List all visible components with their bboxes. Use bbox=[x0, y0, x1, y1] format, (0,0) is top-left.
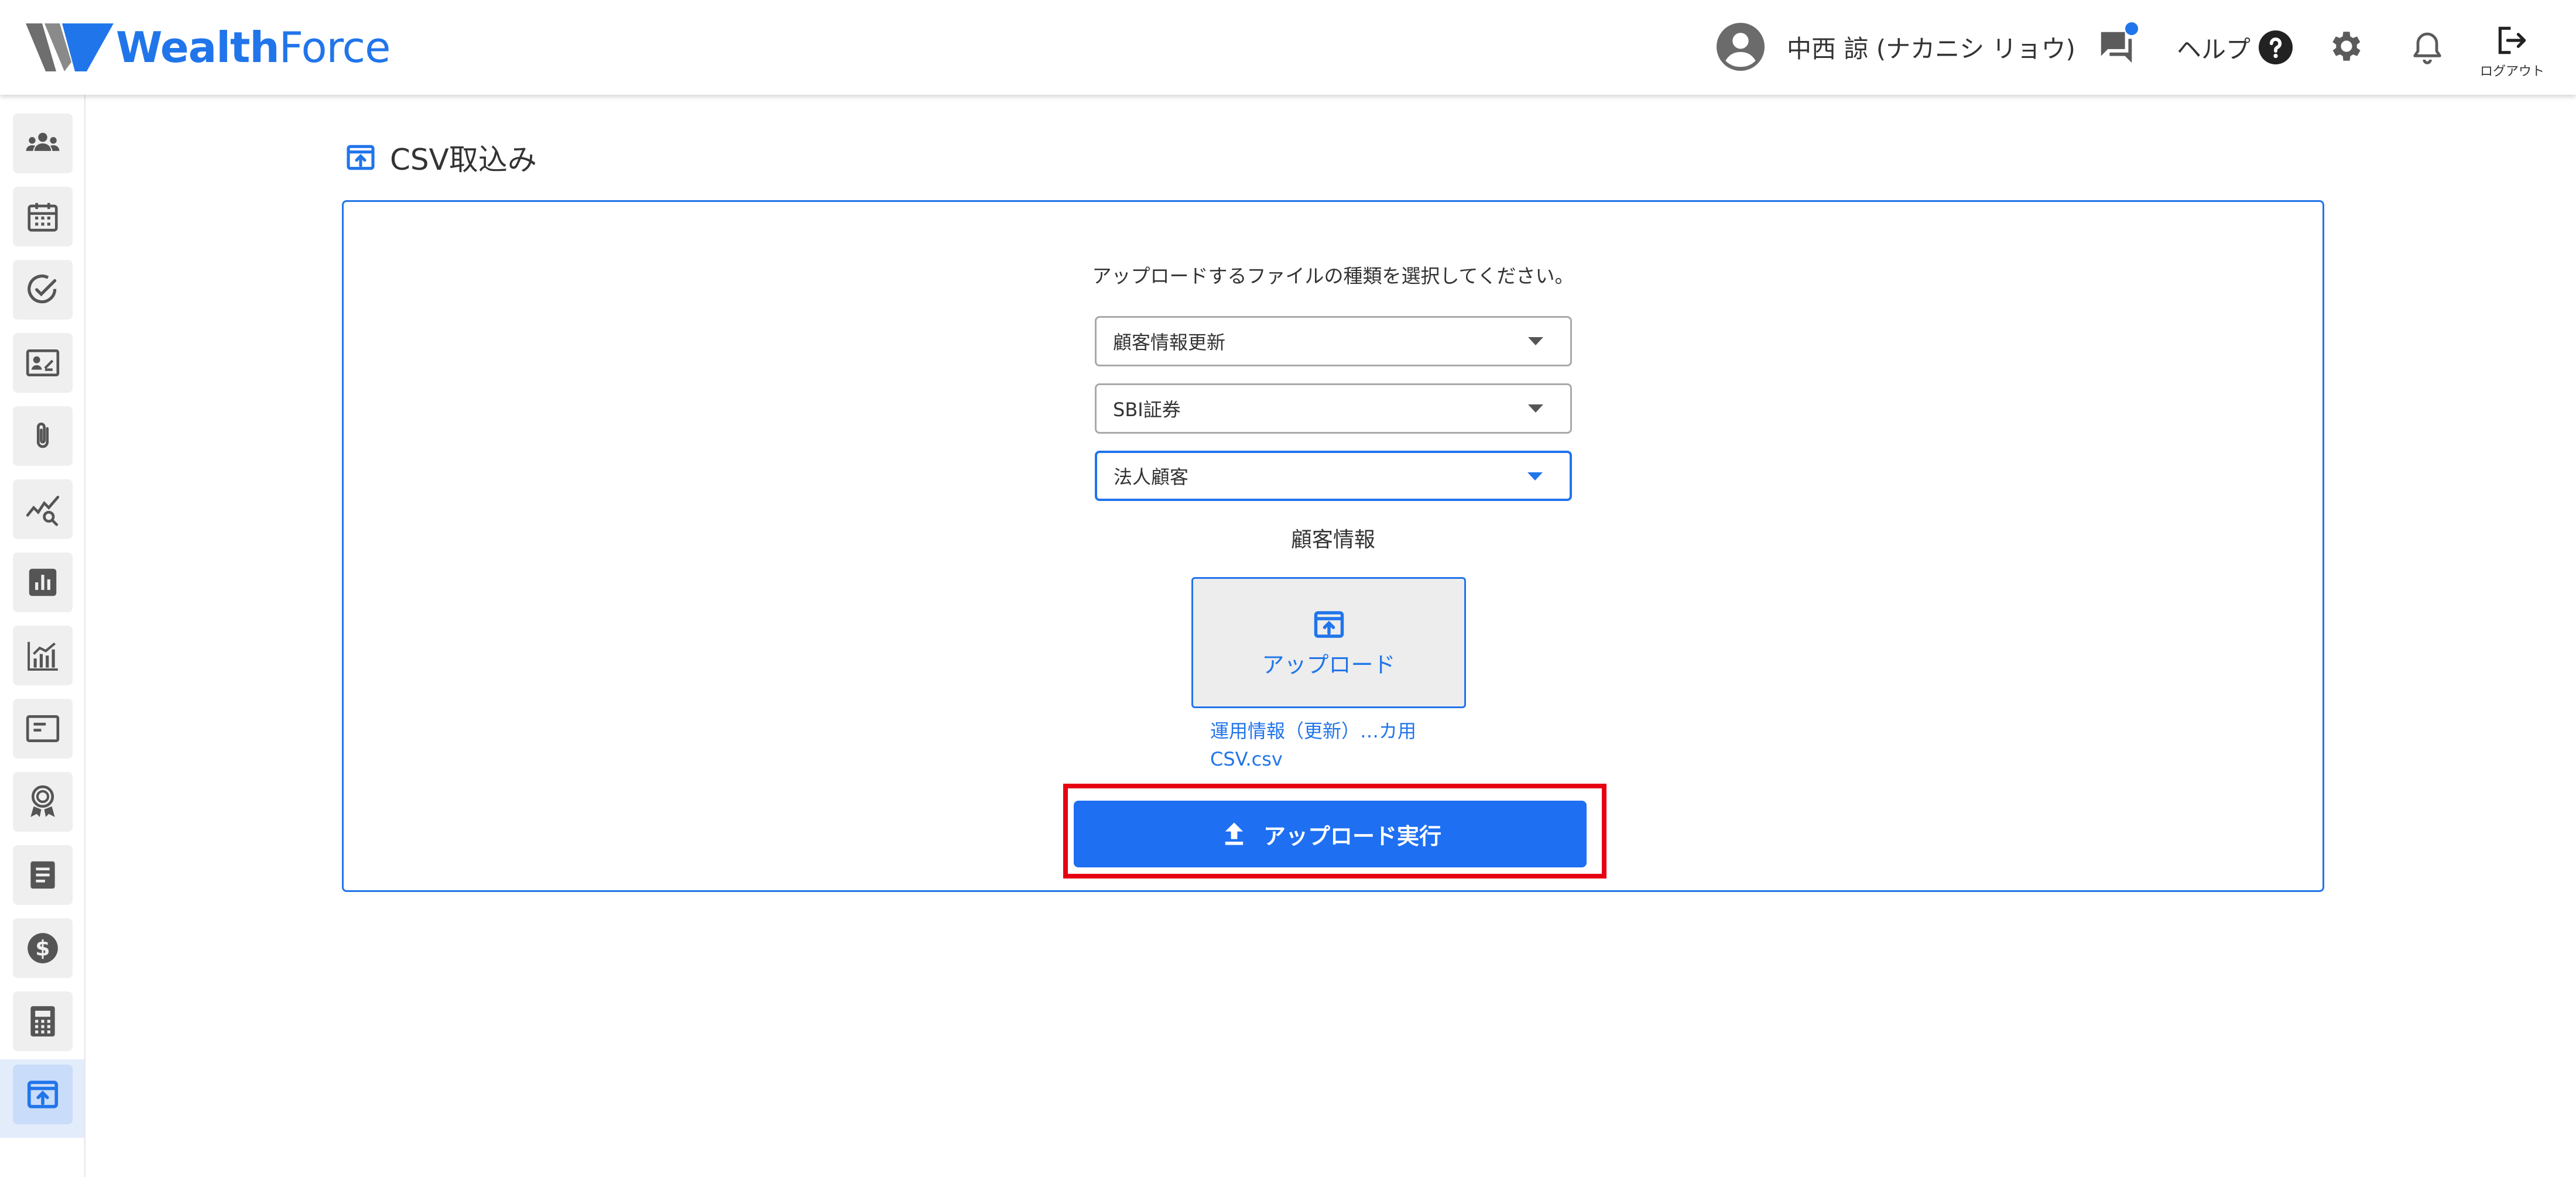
logout-label: ログアウト bbox=[2479, 64, 2544, 79]
logout-button[interactable]: ログアウト bbox=[2474, 22, 2550, 81]
logout-icon bbox=[2498, 26, 2526, 54]
page-title: CSV取込み bbox=[344, 137, 537, 178]
svg-text:$: $ bbox=[35, 936, 50, 961]
panel-icon bbox=[26, 715, 60, 742]
chat-notification-dot bbox=[2125, 22, 2138, 35]
upload-execute-label: アップロード実行 bbox=[1263, 823, 1441, 849]
sidebar-item-csv-import[interactable] bbox=[13, 1065, 73, 1124]
bell-icon[interactable] bbox=[2409, 29, 2446, 67]
sidebar-item-analysis[interactable] bbox=[13, 479, 73, 539]
sidebar-item-customers[interactable] bbox=[13, 114, 73, 173]
logo-text-light: Force bbox=[279, 23, 391, 72]
user-avatar-icon bbox=[1717, 23, 1765, 71]
help-label: ヘルプ bbox=[2177, 35, 2251, 64]
sidebar-item-tasks[interactable] bbox=[13, 260, 73, 320]
securities-company-select[interactable]: SBI証券 bbox=[1095, 383, 1572, 434]
customer-type-select-value: 法人顧客 bbox=[1114, 466, 1189, 488]
dollar-icon: $ bbox=[28, 933, 58, 963]
gear-icon[interactable] bbox=[2327, 27, 2366, 66]
page-title-text: CSV取込み bbox=[390, 143, 537, 177]
trend-search-icon bbox=[26, 496, 60, 526]
user-name: 中西 諒 (ナカニシ リョウ) bbox=[1787, 34, 2075, 63]
wealthforce-logo[interactable]: WealthForce bbox=[26, 21, 390, 74]
sidebar-item-billing[interactable]: $ bbox=[13, 918, 73, 978]
sidebar-item-documents[interactable] bbox=[13, 845, 73, 905]
user-menu[interactable]: 中西 諒 (ナカニシ リョウ) bbox=[1717, 22, 2075, 71]
sidebar-item-contacts[interactable] bbox=[13, 333, 73, 393]
calendar-icon bbox=[28, 203, 58, 232]
selected-file-name: 運用情報（更新）…カ用CSV.csv bbox=[1210, 720, 1417, 770]
upload-box-label: アップロード bbox=[1262, 651, 1396, 678]
sidebar-item-awards[interactable] bbox=[13, 772, 73, 832]
sidebar-item-reports[interactable] bbox=[13, 553, 73, 612]
growth-chart-icon bbox=[28, 641, 58, 671]
sidebar-item-performance[interactable] bbox=[13, 626, 73, 685]
sidebar-item-calendar[interactable] bbox=[13, 187, 73, 246]
instruction-text: アップロードするファイルの種類を選択してください。 bbox=[1092, 265, 1574, 287]
sidebar: $ bbox=[0, 95, 85, 1177]
upload-execute-button[interactable]: アップロード実行 bbox=[1074, 801, 1587, 867]
sidebar-item-attachments[interactable] bbox=[13, 406, 73, 466]
upload-icon bbox=[27, 1080, 59, 1109]
sidebar-item-calculator[interactable] bbox=[13, 991, 73, 1051]
logo-mark-icon bbox=[26, 23, 114, 71]
chevron-down-icon bbox=[1528, 337, 1543, 345]
chevron-down-icon bbox=[1527, 472, 1543, 481]
file-type-select[interactable]: 顧客情報更新 bbox=[1095, 316, 1572, 366]
file-upload-box[interactable]: アップロード bbox=[1191, 577, 1466, 708]
chevron-down-icon bbox=[1528, 404, 1543, 413]
app-header: WealthForce 中西 諒 (ナカニシ リョウ) ヘルプ ログアウト bbox=[0, 0, 2576, 95]
people-icon bbox=[26, 132, 60, 151]
csv-import-panel: アップロードするファイルの種類を選択してください。 顧客情報更新 SBI証券 法… bbox=[342, 200, 2324, 892]
securities-company-select-value: SBI証券 bbox=[1113, 399, 1181, 421]
customer-type-select[interactable]: 法人顧客 bbox=[1095, 451, 1572, 501]
document-icon bbox=[30, 861, 55, 889]
contact-card-icon bbox=[26, 349, 60, 376]
help-circle-icon bbox=[2259, 30, 2293, 64]
section-label: 顧客情報 bbox=[1290, 528, 1375, 552]
help-button[interactable]: ヘルプ bbox=[2177, 29, 2293, 66]
bar-chart-icon bbox=[29, 568, 57, 596]
check-circle-icon bbox=[28, 274, 57, 304]
upload-arrow-icon bbox=[1225, 822, 1244, 845]
csv-import-icon bbox=[347, 145, 375, 170]
file-type-select-value: 顧客情報更新 bbox=[1113, 331, 1226, 354]
upload-icon bbox=[1314, 610, 1344, 638]
paperclip-icon bbox=[36, 423, 49, 448]
award-icon bbox=[30, 785, 55, 817]
sidebar-item-panel[interactable] bbox=[13, 699, 73, 759]
logo-text-bold: Wealth bbox=[116, 23, 280, 72]
calculator-icon bbox=[30, 1006, 55, 1037]
